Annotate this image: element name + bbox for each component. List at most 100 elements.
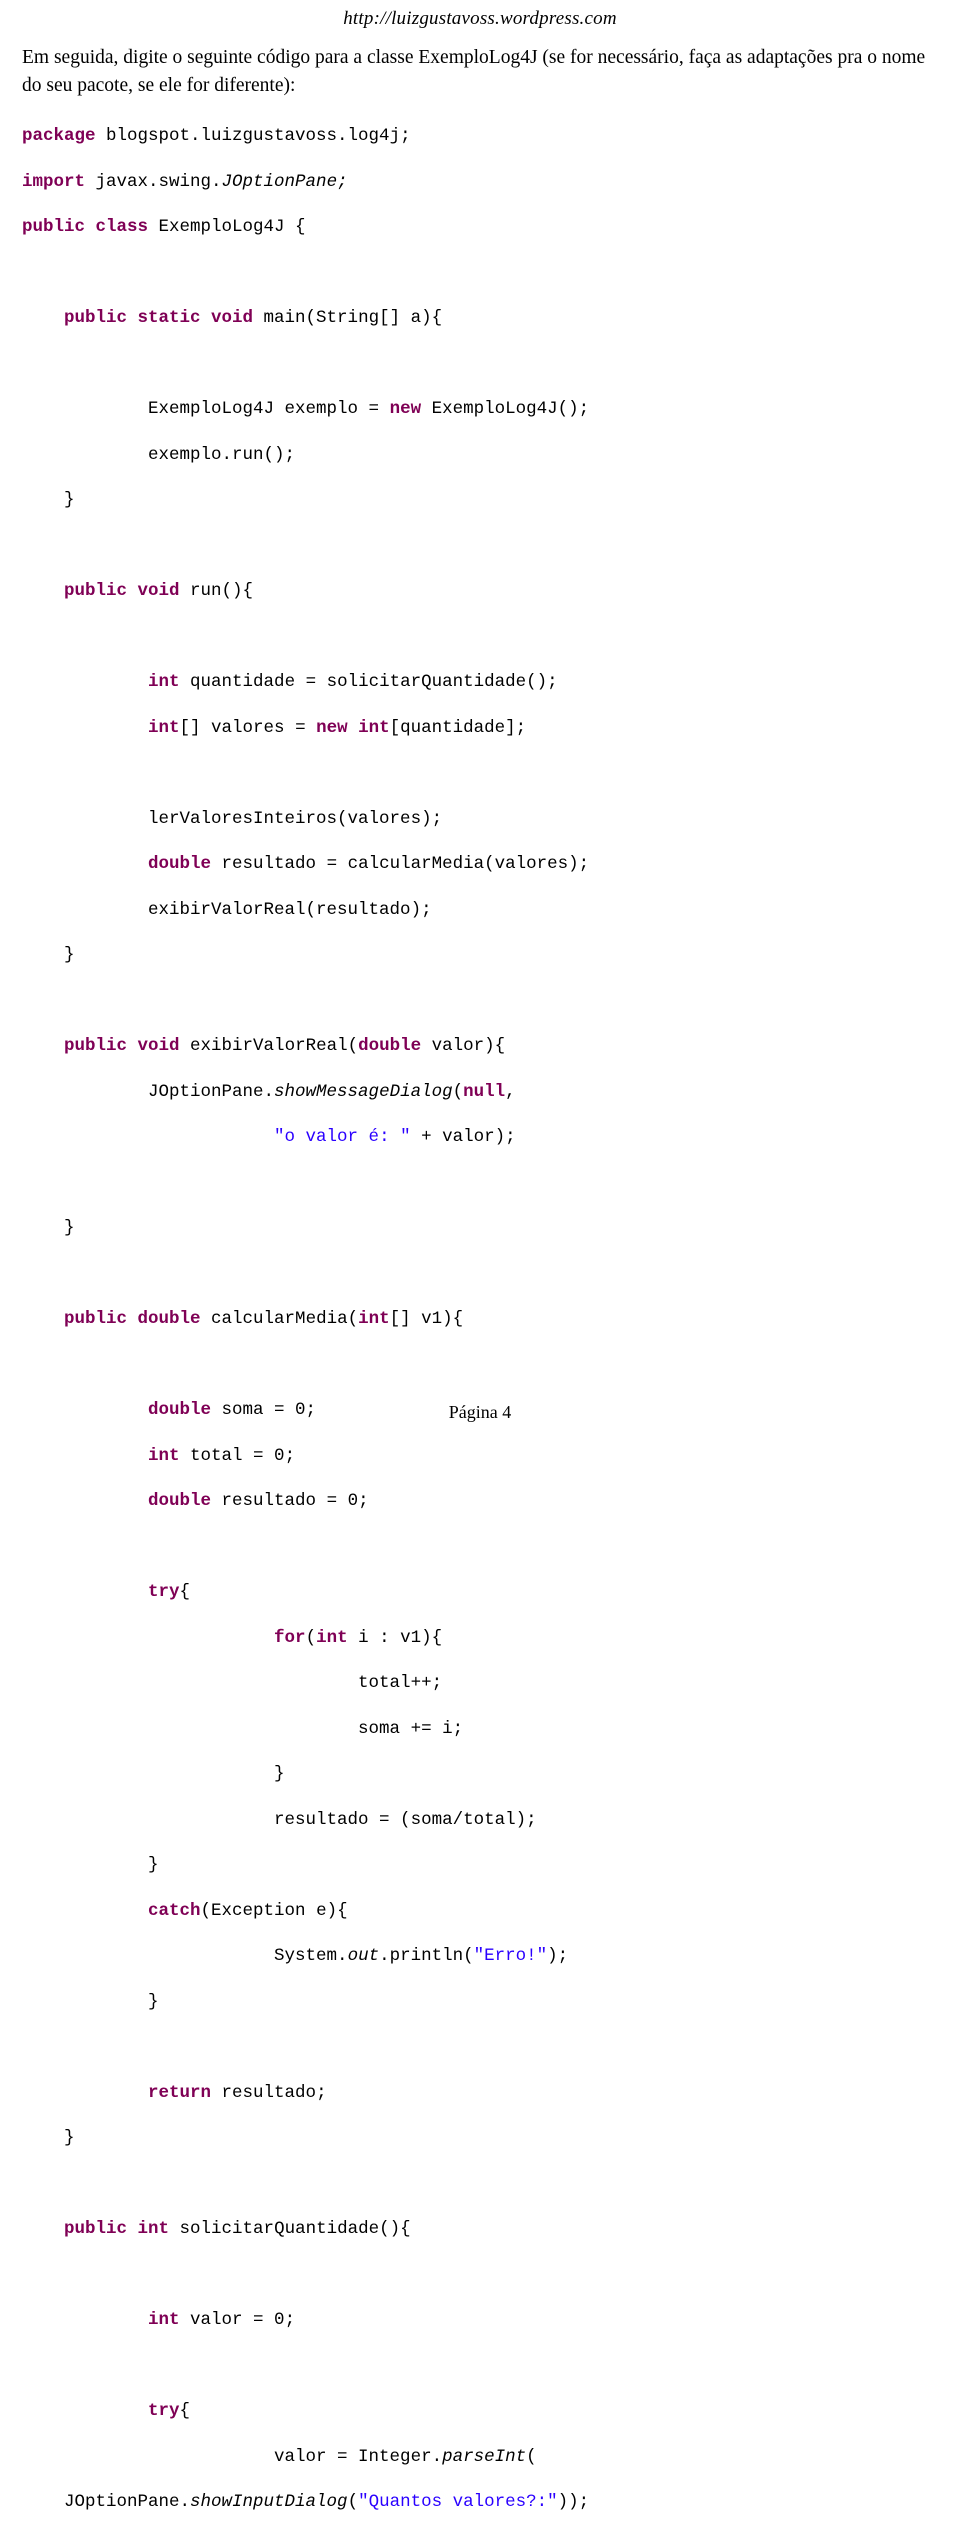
code-line: public void exibirValorReal(double valor…	[22, 1035, 938, 1058]
code-line: double resultado = calcularMedia(valores…	[22, 853, 938, 876]
code-keyword: null	[463, 1081, 506, 1102]
code-keyword: public static void	[64, 308, 254, 329]
code-text: ));	[557, 2492, 590, 2513]
code-line: ExemploLog4J exemplo = new ExemploLog4J(…	[22, 398, 938, 421]
code-string: "Quantos valores?:"	[358, 2492, 558, 2513]
code-line: int quantidade = solicitarQuantidade();	[22, 671, 938, 694]
code-text: resultado;	[211, 2082, 327, 2103]
code-text: {	[179, 2401, 191, 2422]
code-line: try{	[22, 2400, 938, 2423]
code-text: resultado = calcularMedia(valores);	[211, 854, 590, 875]
code-line: }	[22, 944, 938, 967]
code-keyword: int	[316, 1627, 348, 1648]
code-text: run(){	[179, 581, 254, 602]
code-line: }	[22, 1217, 938, 1240]
code-line: double resultado = 0;	[22, 1490, 938, 1513]
code-line: package blogspot.luizgustavoss.log4j;	[22, 125, 938, 148]
code-keyword: public void	[64, 1036, 180, 1057]
code-line: }	[22, 1854, 938, 1877]
code-text: parseInt	[442, 2446, 527, 2467]
code-text: exibirValorReal(	[179, 1036, 359, 1057]
page-number-footer: Página 4	[448, 1402, 512, 1422]
code-keyword: public int	[64, 2219, 170, 2240]
code-line: }	[22, 489, 938, 512]
code-keyword: package	[22, 126, 96, 147]
code-text: ExemploLog4J {	[148, 217, 306, 238]
code-text: (	[526, 2446, 537, 2467]
code-line: total++;	[22, 1672, 938, 1695]
code-text: main(String[] a){	[253, 308, 443, 329]
code-text: {	[179, 1582, 191, 1603]
code-line: public static void main(String[] a){	[22, 307, 938, 330]
code-text: total++;	[22, 1673, 443, 1694]
code-line: resultado = (soma/total);	[22, 1809, 938, 1832]
code-text: valor = 0;	[179, 2310, 296, 2331]
intro-paragraph: Em seguida, digite o seguinte código par…	[22, 47, 926, 96]
code-text: resultado = (soma/total);	[22, 1809, 537, 1830]
code-text: i : v1){	[347, 1627, 443, 1648]
code-text: }	[22, 1218, 75, 1239]
code-line: try{	[22, 1581, 938, 1604]
code-line: public double calcularMedia(int[] v1){	[22, 1308, 938, 1331]
code-block: package blogspot.luizgustavoss.log4j; im…	[22, 125, 938, 2537]
code-text: JOptionPane.	[22, 2492, 191, 2513]
code-text: }	[22, 945, 75, 966]
code-text: (Exception e){	[200, 1900, 348, 1921]
code-keyword: int	[148, 1445, 180, 1466]
code-text: quantidade = solicitarQuantidade();	[179, 672, 558, 693]
code-keyword: int	[148, 717, 180, 738]
code-text: valor = Integer.	[22, 2446, 443, 2467]
code-text: }	[22, 2128, 75, 2149]
code-line: return resultado;	[22, 2082, 938, 2105]
code-text: [quantidade];	[389, 717, 527, 738]
code-text: exemplo.run();	[22, 444, 296, 465]
code-line: import javax.swing.JOptionPane;	[22, 171, 938, 194]
code-line: valor = Integer.parseInt(	[22, 2446, 938, 2469]
code-text: }	[22, 1764, 285, 1785]
code-keyword: try	[148, 2401, 180, 2422]
code-line: catch(Exception e){	[22, 1900, 938, 1923]
code-text: (	[452, 1081, 464, 1102]
code-text: .println(	[379, 1946, 474, 1967]
code-text: [] valores =	[179, 717, 317, 738]
code-line: for(int i : v1){	[22, 1627, 938, 1650]
code-line: int total = 0;	[22, 1445, 938, 1468]
code-keyword: import	[22, 171, 86, 192]
code-line: int[] valores = new int[quantidade];	[22, 717, 938, 740]
code-text: blogspot.luizgustavoss.log4j;	[95, 126, 411, 147]
code-text: }	[22, 490, 75, 511]
code-keyword: int	[148, 2310, 180, 2331]
code-line: exibirValorReal(resultado);	[22, 899, 938, 922]
code-text: valor){	[421, 1036, 506, 1057]
code-line: JOptionPane.showMessageDialog(null,	[22, 1081, 938, 1104]
code-keyword: new int	[316, 717, 390, 738]
code-string: "o valor é: "	[274, 1127, 411, 1148]
code-keyword: try	[148, 1582, 180, 1603]
code-text: lerValoresInteiros(valores);	[22, 808, 443, 829]
code-text: javax.swing.	[85, 171, 222, 192]
code-text: showInputDialog	[190, 2492, 348, 2513]
code-text: solicitarQuantidade(){	[169, 2219, 411, 2240]
code-line: }	[22, 1763, 938, 1786]
code-text: soma += i;	[22, 1718, 464, 1739]
